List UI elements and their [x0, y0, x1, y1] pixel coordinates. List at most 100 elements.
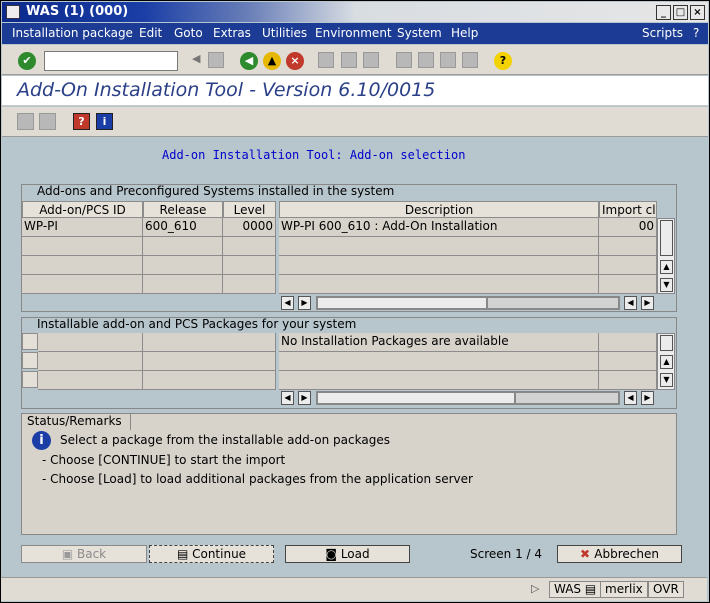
find-next-icon[interactable]: [363, 52, 379, 68]
enter-check-icon[interactable]: ✔: [18, 52, 36, 70]
row-selector[interactable]: [22, 333, 38, 350]
scroll-up-button-3[interactable]: ▲: [660, 355, 673, 369]
minimize-button[interactable]: _: [656, 5, 671, 20]
help-icon[interactable]: ?: [494, 52, 512, 70]
status-remarks-tab: Status/Remarks: [21, 413, 131, 430]
menu-system[interactable]: System: [397, 26, 442, 40]
scroll-left-button-2[interactable]: ◀: [624, 296, 637, 310]
last-page-icon[interactable]: [462, 52, 478, 68]
cancel-icon[interactable]: ×: [286, 52, 304, 70]
horizontal-scroll-thumb[interactable]: [317, 297, 487, 309]
table-cell[interactable]: [143, 256, 223, 275]
row-selector[interactable]: [22, 352, 38, 369]
display-icon[interactable]: [17, 113, 34, 130]
find-icon[interactable]: [341, 52, 357, 68]
table-cell[interactable]: [143, 237, 223, 256]
table-cell[interactable]: [223, 237, 276, 256]
scroll-down-button-3[interactable]: ▼: [660, 373, 673, 387]
table-cell[interactable]: [143, 275, 223, 294]
table-cell[interactable]: WP-PI 600_610 : Add-On Installation: [279, 218, 599, 237]
table-cell[interactable]: [279, 371, 599, 390]
table-cell[interactable]: [38, 352, 143, 371]
status-expand-icon[interactable]: ▷: [531, 582, 539, 595]
menu-installation-package[interactable]: Installation package: [12, 26, 133, 40]
scroll-left-button-4[interactable]: ◀: [624, 391, 637, 405]
col-release[interactable]: Release: [143, 201, 223, 218]
load-button[interactable]: ◙ Load: [285, 545, 410, 563]
scroll-right-button-4[interactable]: ▶: [641, 391, 654, 405]
table-cell[interactable]: WP-PI: [22, 218, 143, 237]
menu-utilities[interactable]: Utilities: [262, 26, 307, 40]
table-cell[interactable]: [599, 371, 657, 390]
back-icon[interactable]: ◀: [240, 52, 258, 70]
table-cell[interactable]: [143, 371, 276, 390]
scroll-thumb-2[interactable]: [660, 335, 673, 351]
back-button[interactable]: ▣ Back: [21, 545, 147, 563]
scroll-right-button-3[interactable]: ▶: [298, 391, 311, 405]
table-cell[interactable]: [38, 333, 143, 352]
table-cell[interactable]: [223, 256, 276, 275]
menu-help-icon[interactable]: ?: [693, 26, 699, 40]
table-cell[interactable]: [279, 275, 599, 294]
table-cell[interactable]: [22, 256, 143, 275]
scroll-right-button-2[interactable]: ▶: [641, 296, 654, 310]
table-cell[interactable]: [279, 352, 599, 371]
exit-icon[interactable]: ▲: [263, 52, 281, 70]
scroll-right-button[interactable]: ▶: [298, 296, 311, 310]
col-addon-id[interactable]: Add-on/PCS ID: [22, 201, 143, 218]
col-level[interactable]: Level: [223, 201, 276, 218]
change-icon[interactable]: [39, 113, 56, 130]
menu-environment[interactable]: Environment: [315, 26, 392, 40]
scroll-left-button-3[interactable]: ◀: [281, 391, 294, 405]
installable-group-title: Installable add-on and PCS Packages for …: [37, 317, 357, 331]
table-cell[interactable]: [143, 333, 276, 352]
command-field[interactable]: [44, 51, 178, 71]
next-page-icon[interactable]: [440, 52, 456, 68]
table-cell[interactable]: [599, 333, 657, 352]
menu-extras[interactable]: Extras: [213, 26, 251, 40]
question-help-icon[interactable]: ?: [73, 113, 90, 130]
table-cell[interactable]: [599, 237, 657, 256]
menu-scripts[interactable]: Scripts: [642, 26, 683, 40]
print-icon[interactable]: [318, 52, 334, 68]
table-cell[interactable]: [279, 237, 599, 256]
menu-help[interactable]: Help: [451, 26, 478, 40]
scroll-down-button[interactable]: ▼: [660, 278, 673, 292]
scroll-up-button[interactable]: ▲: [660, 260, 673, 274]
maximize-button[interactable]: □: [673, 5, 688, 20]
table-cell[interactable]: [223, 275, 276, 294]
table-cell[interactable]: [279, 256, 599, 275]
no-packages-message: No Installation Packages are available: [279, 333, 599, 352]
col-import-client[interactable]: Import cli: [599, 201, 657, 218]
scroll-thumb[interactable]: [660, 220, 673, 256]
collapse-icon[interactable]: ◀: [192, 52, 202, 68]
save-icon[interactable]: [208, 52, 224, 68]
first-page-icon[interactable]: [396, 52, 412, 68]
system-name: WAS: [554, 582, 582, 596]
col-description[interactable]: Description: [279, 201, 599, 218]
system-list-icon[interactable]: ▤: [585, 582, 596, 596]
table-cell[interactable]: [22, 275, 143, 294]
row-selector[interactable]: [22, 371, 38, 388]
table-cell[interactable]: [22, 237, 143, 256]
load-button-label: Load: [340, 547, 370, 561]
menu-goto[interactable]: Goto: [174, 26, 203, 40]
continue-button[interactable]: ▤ Continue: [149, 545, 274, 563]
scroll-left-button[interactable]: ◀: [281, 296, 294, 310]
close-button[interactable]: ×: [690, 5, 705, 20]
table-cell[interactable]: 600_610: [143, 218, 223, 237]
table-cell[interactable]: [143, 352, 276, 371]
horizontal-scroll-track-fill-2: [515, 392, 619, 404]
table-cell[interactable]: [599, 275, 657, 294]
abbrechen-button[interactable]: ✖ Abbrechen: [557, 545, 682, 563]
menu-edit[interactable]: Edit: [139, 26, 162, 40]
horizontal-scroll-thumb-2[interactable]: [317, 392, 515, 404]
info-icon[interactable]: i: [96, 113, 113, 130]
table-cell[interactable]: [38, 371, 143, 390]
table-cell[interactable]: [599, 256, 657, 275]
table-cell[interactable]: [599, 352, 657, 371]
table-cell[interactable]: 0000: [223, 218, 276, 237]
page-title: Add-On Installation Tool - Version 6.10/…: [17, 79, 436, 101]
previous-page-icon[interactable]: [418, 52, 434, 68]
table-cell[interactable]: 00: [599, 218, 657, 237]
